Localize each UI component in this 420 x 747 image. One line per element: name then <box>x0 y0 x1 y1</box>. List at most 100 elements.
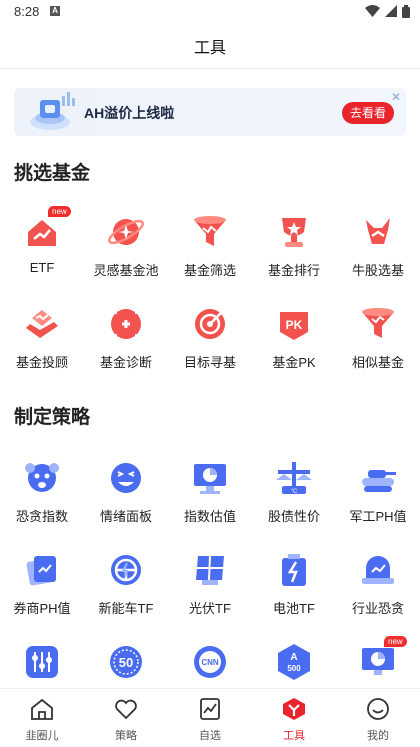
tool-label: 电池TF <box>273 601 315 616</box>
battery-icon <box>282 554 306 586</box>
fear-face-icon <box>25 463 59 492</box>
tool-label: 基金PK <box>272 355 316 370</box>
ah-premium-banner[interactable]: AH溢价上线啦 去看看 ✕ <box>14 88 406 136</box>
tool-tile-tank[interactable]: 军工PH值 <box>336 458 420 538</box>
broker-card-icon <box>26 556 56 586</box>
diagnosis-icon <box>111 309 141 339</box>
tool-label: 恐贪指数 <box>15 509 68 524</box>
tool-label: ETF <box>29 260 55 275</box>
status-time: 8:28 <box>14 4 40 19</box>
tool-tile-similar-funnel[interactable]: 相似基金 <box>336 304 420 384</box>
tool-tile-funnel[interactable]: 基金筛选 <box>168 212 252 292</box>
solar-panel-icon <box>196 555 224 585</box>
home-icon <box>31 698 53 720</box>
tool-label: 目标寻基 <box>183 355 236 370</box>
svg-text:CNN: CNN <box>201 658 219 667</box>
monitor-chart-icon <box>194 464 226 494</box>
tab-tools-logo[interactable]: 工具 <box>252 689 336 747</box>
scale-icon: °C <box>276 462 312 495</box>
banner-text: AH溢价上线啦 <box>84 105 175 121</box>
tool-tile-industry-dome[interactable]: 行业恐贪 <box>336 550 420 630</box>
target-icon <box>195 309 225 339</box>
index-50-icon: 50 <box>110 646 142 678</box>
tool-tile-broker-card[interactable]: 券商PH值 <box>0 550 84 630</box>
new-badge: new <box>384 636 407 647</box>
notification-a-icon: A <box>50 6 60 16</box>
tool-label: 情绪面板 <box>99 509 152 524</box>
tool-label: 牛股选基 <box>351 263 404 278</box>
status-icons <box>365 4 410 18</box>
status-bar: 8:28 A <box>0 0 420 24</box>
funnel-icon <box>194 216 226 246</box>
svg-text:500: 500 <box>287 664 301 673</box>
svg-text:A: A <box>290 652 297 663</box>
svg-text:°C: °C <box>291 489 298 495</box>
tool-label: 基金排行 <box>267 263 320 278</box>
tool-label: 基金投顾 <box>15 355 68 370</box>
new-badge: new <box>48 206 71 217</box>
tool-tile-planet[interactable]: 灵感基金池 <box>84 212 168 292</box>
heart-icon <box>115 699 137 720</box>
planet-icon <box>108 219 144 245</box>
tool-tile-monitor-chart[interactable]: 指数估值 <box>168 458 252 538</box>
etf-house-icon <box>28 220 56 246</box>
tool-label: 光伏TF <box>189 601 231 616</box>
tool-tile-emotion-face[interactable]: 情绪面板 <box>84 458 168 538</box>
bull-icon <box>366 218 390 244</box>
chart-card-icon <box>200 698 220 720</box>
tab-chart-card[interactable]: 自选 <box>168 689 252 747</box>
signal-icon <box>385 5 397 17</box>
tool-tile-diagnosis[interactable]: 基金诊断 <box>84 304 168 384</box>
banner-go-button[interactable]: 去看看 <box>342 102 394 124</box>
tool-tile-steering-wheel[interactable]: 新能车TF <box>84 550 168 630</box>
a500-icon: A500 <box>278 644 310 680</box>
industry-dome-icon <box>362 556 394 584</box>
tank-icon <box>362 470 396 492</box>
tool-tile-trophy[interactable]: 基金排行 <box>252 212 336 292</box>
trophy-icon <box>282 218 306 247</box>
banner-close-icon[interactable]: ✕ <box>391 90 401 104</box>
sliders-icon <box>26 646 58 678</box>
tab-smile[interactable]: 我的 <box>336 689 420 747</box>
hand-coin-icon <box>26 310 58 338</box>
title-bar: 工具 <box>0 24 420 69</box>
tool-label: 券商PH值 <box>13 601 71 616</box>
bottom-tab-bar: 韭圈儿 策略 自选 工具 我的 <box>0 688 420 747</box>
steering-wheel-icon <box>111 555 141 585</box>
tool-tile-etf-house[interactable]: new ETF <box>0 206 84 292</box>
tool-tile-scale[interactable]: °C 股债性价 <box>252 458 336 538</box>
svg-text:PK: PK <box>286 318 303 332</box>
tool-label: 新能车TF <box>98 601 154 616</box>
tool-label: 行业恐贪 <box>351 601 404 616</box>
emotion-face-icon <box>111 463 141 493</box>
tab-label: 我的 <box>367 730 389 742</box>
page-title: 工具 <box>193 40 226 57</box>
similar-funnel-icon <box>362 308 394 338</box>
tool-label: 股债性价 <box>267 509 320 524</box>
tab-home[interactable]: 韭圈儿 <box>0 689 84 747</box>
tool-label: 灵感基金池 <box>93 263 159 278</box>
wifi-icon <box>365 5 380 17</box>
tab-heart[interactable]: 策略 <box>84 689 168 747</box>
tool-tile-target[interactable]: 目标寻基 <box>168 304 252 384</box>
tool-tile-battery[interactable]: 电池TF <box>252 550 336 630</box>
tool-label: 军工PH值 <box>349 509 407 524</box>
tool-label: 指数估值 <box>183 509 236 524</box>
data-chip-icon <box>30 92 75 130</box>
section-title-strategy: 制定策略 <box>14 407 91 428</box>
tool-tile-hand-coin[interactable]: 基金投顾 <box>0 304 84 384</box>
tool-label: 基金诊断 <box>99 355 152 370</box>
tool-label: 基金筛选 <box>183 263 236 278</box>
tab-label: 工具 <box>283 730 305 742</box>
cnn-icon: CNN <box>194 646 226 678</box>
monitor-new-icon <box>362 648 394 675</box>
tool-tile-bull[interactable]: 牛股选基 <box>336 212 420 292</box>
tool-tile-solar-panel[interactable]: 光伏TF <box>168 550 252 630</box>
smile-icon <box>367 698 389 720</box>
tab-label: 韭圈儿 <box>25 730 59 742</box>
tool-tile-fear-face[interactable]: 恐贪指数 <box>0 458 84 538</box>
tool-label: 相似基金 <box>351 355 404 370</box>
tools-logo-icon <box>283 698 305 720</box>
tool-tile-pk[interactable]: PK 基金PK <box>252 304 336 384</box>
section-title-fund: 挑选基金 <box>14 163 91 184</box>
